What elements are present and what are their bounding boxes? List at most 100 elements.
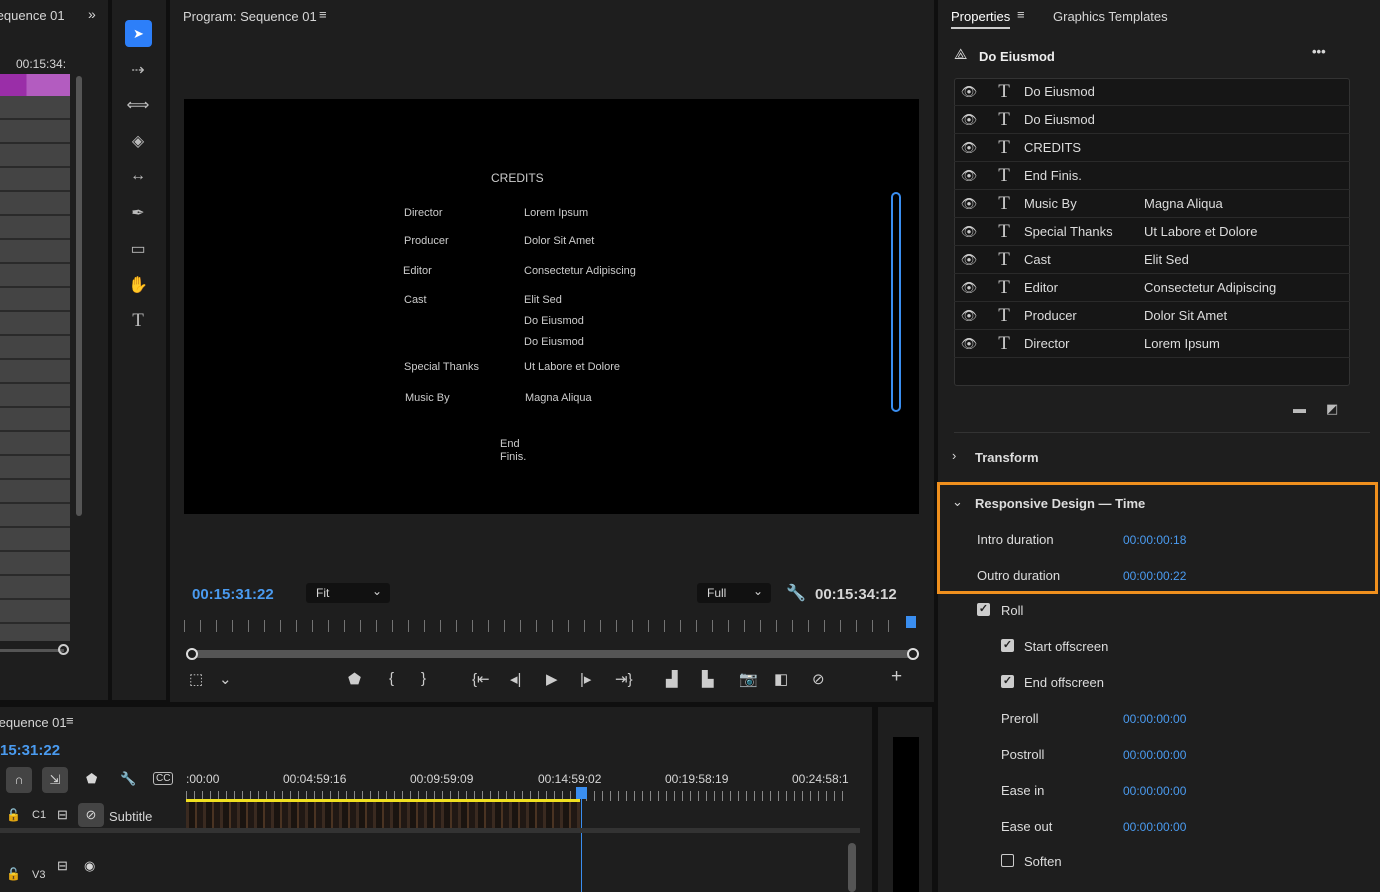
captions-icon[interactable]: CC xyxy=(153,772,173,785)
ease-out-value[interactable]: 00:00:00:00 xyxy=(1123,820,1186,834)
chevron-right-icon[interactable]: › xyxy=(952,448,956,463)
layer-row[interactable]: 👁TMusic ByMagna Aliqua xyxy=(954,190,1350,218)
monitor-title[interactable]: Program: Sequence 01 xyxy=(183,9,317,24)
add-marker-icon[interactable]: ⬟ xyxy=(86,771,97,787)
eye-icon[interactable]: 👁 xyxy=(954,140,984,156)
menu-icon[interactable]: ≡ xyxy=(1017,7,1025,22)
zoom-handle[interactable] xyxy=(58,644,69,655)
snap-icon[interactable]: ∩ xyxy=(6,767,32,793)
hand-icon[interactable]: ✋ xyxy=(126,275,150,295)
chevron-down-icon[interactable]: ⌄ xyxy=(952,494,963,510)
track-select-icon[interactable]: ⇢ xyxy=(126,60,150,80)
marker-icon[interactable]: ⬟ xyxy=(348,670,361,688)
scroll-handle-left[interactable] xyxy=(186,648,198,660)
timeline-playhead[interactable] xyxy=(576,787,587,799)
clip-purple[interactable] xyxy=(0,74,70,96)
razor-icon[interactable]: ◈ xyxy=(126,131,150,151)
start-offscreen-checkbox[interactable]: ✓ xyxy=(1001,639,1014,652)
wrench-icon[interactable]: 🔧 xyxy=(786,583,806,603)
more-icon[interactable]: ••• xyxy=(1312,44,1326,59)
layer-row[interactable]: 👁TCREDITS xyxy=(954,134,1350,162)
play-icon[interactable]: ▶ xyxy=(546,670,558,688)
ease-in-value[interactable]: 00:00:00:00 xyxy=(1123,784,1186,798)
zoom-slider[interactable] xyxy=(0,649,64,652)
current-timecode[interactable]: 00:15:31:22 xyxy=(192,586,274,603)
layer-row[interactable]: 👁TDo Eiusmod xyxy=(954,106,1350,134)
menu-icon[interactable]: ≡ xyxy=(319,7,327,22)
tab-graphics-templates[interactable]: Graphics Templates xyxy=(1053,9,1168,24)
eye-icon[interactable]: 👁 xyxy=(954,280,984,296)
eye-icon[interactable]: 👁 xyxy=(954,308,984,324)
lock-icon[interactable]: 🔓 xyxy=(6,867,21,881)
safe-margins-icon[interactable]: ⬚ xyxy=(189,670,203,688)
tab-properties[interactable]: Properties xyxy=(951,9,1010,29)
timeline-tab[interactable]: Sequence 01 xyxy=(0,715,67,730)
sequence-tab[interactable]: Sequence 01 xyxy=(0,8,65,23)
sync-lock-icon[interactable]: ⊟ xyxy=(57,807,68,823)
vr-icon[interactable]: ⊘ xyxy=(812,670,825,688)
lock-icon[interactable]: 🔓 xyxy=(6,808,21,822)
eye-icon[interactable]: 👁 xyxy=(954,252,984,268)
roll-scrollbar[interactable] xyxy=(891,192,901,412)
intro-duration[interactable]: 00:00:00:18 xyxy=(1123,533,1186,547)
sync-lock-icon[interactable]: ⊟ xyxy=(57,858,68,874)
mark-out-icon[interactable]: } xyxy=(421,670,426,687)
settings-wrench-icon[interactable]: 🔧 xyxy=(120,771,136,787)
eye-icon[interactable]: 👁 xyxy=(954,168,984,184)
ripple-edit-icon[interactable]: ⟺ xyxy=(126,95,150,115)
roll-checkbox[interactable]: ✓ xyxy=(977,603,990,616)
layer-row[interactable]: 👁TEditorConsectetur Adipiscing xyxy=(954,274,1350,302)
layer-row[interactable]: 👁TDo Eiusmod xyxy=(954,78,1350,106)
lift-icon[interactable]: ▟ xyxy=(666,670,678,688)
eye-icon[interactable]: ◉ xyxy=(84,858,95,874)
eye-hidden-icon[interactable]: ⊘ xyxy=(78,803,104,827)
menu-icon[interactable]: ≡ xyxy=(66,713,74,728)
type-tool-icon[interactable]: T xyxy=(126,310,150,332)
scroll-handle-right[interactable] xyxy=(907,648,919,660)
camera-icon[interactable]: 📷 xyxy=(739,670,758,688)
rectangle-icon[interactable]: ▭ xyxy=(126,239,150,259)
selection-tool-icon[interactable]: ➤ xyxy=(125,20,152,47)
add-button-icon[interactable]: + xyxy=(891,666,902,688)
transform-section[interactable]: Transform xyxy=(975,450,1039,465)
pen-icon[interactable]: ✒ xyxy=(126,203,150,223)
expand-icon[interactable]: » xyxy=(88,6,96,22)
zoom-select[interactable]: Fit⌄ xyxy=(306,583,390,603)
outro-duration[interactable]: 00:00:00:22 xyxy=(1123,569,1186,583)
eye-icon[interactable]: 👁 xyxy=(954,196,984,212)
timeline-timecode[interactable]: 15:31:22 xyxy=(0,742,60,759)
go-to-out-icon[interactable]: ⇥} xyxy=(615,670,633,688)
step-forward-icon[interactable]: |▸ xyxy=(580,670,591,688)
step-back-icon[interactable]: ◂| xyxy=(510,670,521,688)
subtitle-clips[interactable] xyxy=(186,802,580,828)
soften-checkbox[interactable] xyxy=(1001,854,1014,867)
eye-icon[interactable]: 👁 xyxy=(954,336,984,352)
responsive-section[interactable]: Responsive Design — Time xyxy=(975,496,1145,511)
extract-icon[interactable]: ▙ xyxy=(702,670,714,688)
playhead[interactable] xyxy=(906,616,916,628)
linked-selection-icon[interactable]: ⇲ xyxy=(42,767,68,793)
video-frame[interactable]: CREDITS Director Lorem Ipsum Producer Do… xyxy=(184,99,919,514)
end-offscreen-checkbox[interactable]: ✓ xyxy=(1001,675,1014,688)
chevron-down-icon[interactable]: ⌄ xyxy=(219,670,232,688)
layer-row[interactable]: 👁TEnd Finis. xyxy=(954,162,1350,190)
eye-icon[interactable]: 👁 xyxy=(954,84,984,100)
new-layer-icon[interactable]: ◩ xyxy=(1326,401,1338,417)
zoom-scroll-bar[interactable] xyxy=(190,650,913,658)
slip-icon[interactable]: ↔ xyxy=(126,167,150,185)
mark-in-icon[interactable]: { xyxy=(389,670,394,687)
vertical-scrollbar[interactable] xyxy=(848,843,856,892)
scrollbar[interactable] xyxy=(76,76,82,516)
quality-select[interactable]: Full⌄ xyxy=(697,583,771,603)
comparison-icon[interactable]: ◧ xyxy=(774,670,788,688)
eye-icon[interactable]: 👁 xyxy=(954,224,984,240)
layer-row[interactable]: 👁TCastElit Sed xyxy=(954,246,1350,274)
folder-icon[interactable]: ▬ xyxy=(1293,401,1306,416)
eye-icon[interactable]: 👁 xyxy=(954,112,984,128)
preroll-value[interactable]: 00:00:00:00 xyxy=(1123,712,1186,726)
go-to-in-icon[interactable]: {⇤ xyxy=(472,670,490,688)
layer-row[interactable]: 👁TProducerDolor Sit Amet xyxy=(954,302,1350,330)
layer-row[interactable]: 👁TSpecial ThanksUt Labore et Dolore xyxy=(954,218,1350,246)
mini-ruler[interactable] xyxy=(184,620,904,632)
postroll-value[interactable]: 00:00:00:00 xyxy=(1123,748,1186,762)
